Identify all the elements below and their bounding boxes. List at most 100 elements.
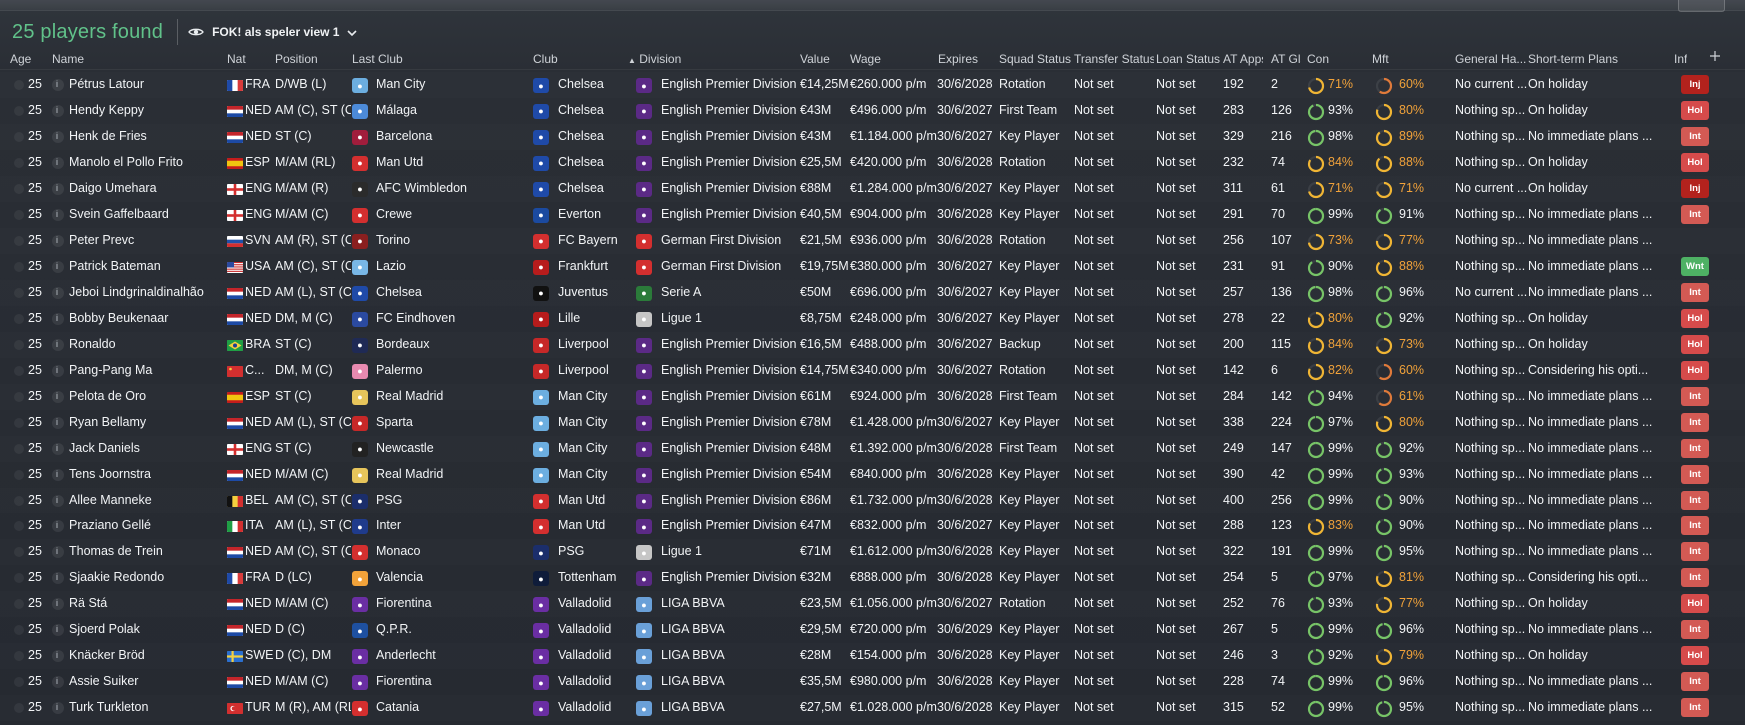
info-status-badge[interactable]: Int bbox=[1681, 542, 1709, 562]
last-club-link[interactable]: Inter bbox=[376, 518, 526, 532]
player-name-link[interactable]: Praziano Gellé bbox=[69, 518, 225, 532]
info-icon[interactable] bbox=[52, 130, 64, 143]
player-name-link[interactable]: Pelota de Oro bbox=[69, 389, 225, 403]
info-icon[interactable] bbox=[52, 260, 64, 273]
info-icon[interactable] bbox=[52, 442, 64, 455]
info-icon[interactable] bbox=[52, 104, 64, 117]
row-select-icon[interactable] bbox=[14, 157, 24, 168]
player-name-link[interactable]: Bobby Beukenaar bbox=[69, 311, 225, 325]
column-header-name[interactable]: Name bbox=[52, 52, 208, 66]
club-link[interactable]: Everton bbox=[558, 207, 628, 221]
division-link[interactable]: LIGA BBVA bbox=[661, 648, 799, 662]
view-selector[interactable]: FOK! als speler view 1 bbox=[188, 24, 358, 40]
player-name-link[interactable]: Peter Prevc bbox=[69, 233, 225, 247]
player-name-link[interactable]: Daigo Umehara bbox=[69, 181, 225, 195]
last-club-link[interactable]: Bordeaux bbox=[376, 337, 526, 351]
info-status-badge[interactable]: Inj bbox=[1681, 178, 1709, 198]
last-club-link[interactable]: Valencia bbox=[376, 570, 526, 584]
division-link[interactable]: English Premier Division bbox=[661, 570, 799, 584]
division-link[interactable]: English Premier Division bbox=[661, 103, 799, 117]
club-link[interactable]: Liverpool bbox=[558, 337, 628, 351]
column-header-short-term-plans[interactable]: Short-term Plans bbox=[1528, 52, 1678, 66]
column-header-nat[interactable]: Nat bbox=[227, 52, 257, 66]
info-icon[interactable] bbox=[52, 676, 64, 689]
last-club-link[interactable]: Catania bbox=[376, 700, 526, 714]
info-icon[interactable] bbox=[52, 312, 64, 325]
last-club-link[interactable]: Monaco bbox=[376, 544, 526, 558]
info-icon[interactable] bbox=[52, 390, 64, 403]
row-select-icon[interactable] bbox=[14, 625, 24, 636]
info-status-badge[interactable]: Int bbox=[1681, 672, 1709, 692]
table-row[interactable]: 25 Pelota de Oro ESP ST (C) ● Real Madrid ● Man… bbox=[0, 384, 1745, 410]
last-club-link[interactable]: FC Eindhoven bbox=[376, 311, 526, 325]
division-link[interactable]: Serie A bbox=[661, 285, 799, 299]
info-icon[interactable] bbox=[52, 650, 64, 663]
club-link[interactable]: Tottenham bbox=[558, 570, 628, 584]
column-header-transfer-status[interactable]: Transfer Status bbox=[1074, 52, 1154, 66]
table-row[interactable]: 25 Manolo el Pollo Frito ESP M/AM (RL) ● Man … bbox=[0, 150, 1745, 176]
info-status-badge[interactable]: Int bbox=[1681, 516, 1709, 536]
info-status-badge[interactable]: Int bbox=[1681, 204, 1709, 224]
column-header-last-club[interactable]: Last Club bbox=[352, 52, 502, 66]
info-status-badge[interactable]: Hol bbox=[1681, 334, 1709, 354]
table-row[interactable]: 25 Rä Stá NEDM/AM (C) ● Fiorentina ● Valladoli… bbox=[0, 591, 1745, 617]
last-club-link[interactable]: Palermo bbox=[376, 363, 526, 377]
last-club-link[interactable]: Anderlecht bbox=[376, 648, 526, 662]
table-row[interactable]: 25 Bobby Beukenaar NEDDM, M (C) ● FC Eindhov… bbox=[0, 306, 1745, 332]
division-link[interactable]: English Premier Division bbox=[661, 415, 799, 429]
info-status-badge[interactable]: Inj bbox=[1681, 75, 1709, 94]
info-icon[interactable] bbox=[52, 416, 64, 429]
info-icon[interactable] bbox=[52, 520, 64, 533]
division-link[interactable]: English Premier Division bbox=[661, 129, 799, 143]
table-row[interactable]: 25 Sjoerd Polak NEDD (C) ● Q.P.R. ● Valladolid… bbox=[0, 617, 1745, 643]
info-status-badge[interactable]: Int bbox=[1681, 126, 1709, 146]
column-header-wage[interactable]: Wage bbox=[850, 52, 940, 66]
row-select-icon[interactable] bbox=[14, 105, 24, 116]
row-select-icon[interactable] bbox=[14, 287, 24, 298]
info-icon[interactable] bbox=[52, 286, 64, 299]
division-link[interactable]: LIGA BBVA bbox=[661, 622, 799, 636]
info-icon[interactable] bbox=[52, 624, 64, 637]
table-row[interactable]: 25 Henk de Fries NEDST (C) ● Barcelona ● Chels… bbox=[0, 124, 1745, 150]
player-name-link[interactable]: Pétrus Latour bbox=[69, 77, 225, 91]
last-club-link[interactable]: Fiorentina bbox=[376, 596, 526, 610]
last-club-link[interactable]: AFC Wimbledon bbox=[376, 181, 526, 195]
division-link[interactable]: English Premier Division bbox=[661, 441, 799, 455]
row-select-icon[interactable] bbox=[14, 651, 24, 662]
club-link[interactable]: Chelsea bbox=[558, 129, 628, 143]
info-status-badge[interactable]: Hol bbox=[1681, 308, 1709, 328]
table-row[interactable]: 25Turk TurkletonTURM (R), AM (RL)●Catani… bbox=[0, 695, 1745, 721]
info-status-badge[interactable]: Int bbox=[1681, 386, 1709, 406]
table-row[interactable]: 25 Daigo Umehara ENGM/AM (R) ● AFC Wimbledon… bbox=[0, 176, 1745, 202]
info-icon[interactable] bbox=[52, 468, 64, 481]
club-link[interactable]: Chelsea bbox=[558, 77, 628, 91]
row-select-icon[interactable] bbox=[14, 417, 24, 428]
info-status-badge[interactable]: Int bbox=[1681, 282, 1709, 302]
table-row[interactable]: 25 Jeboi Lindgrinaldinalhão NEDAM (L), ST … bbox=[0, 280, 1745, 306]
column-header-con[interactable]: Con bbox=[1307, 52, 1329, 66]
column-header-age[interactable]: Age bbox=[10, 52, 32, 66]
row-select-icon[interactable] bbox=[14, 677, 24, 688]
player-name-link[interactable]: Patrick Bateman bbox=[69, 259, 225, 273]
info-status-badge[interactable]: Hol bbox=[1681, 594, 1709, 614]
table-row[interactable]: 25Hendy KeppyNEDAM (C), ST (C)●Málaga●Ch… bbox=[0, 98, 1745, 124]
last-club-link[interactable]: Real Madrid bbox=[376, 467, 526, 481]
player-name-link[interactable]: Sjaakie Redondo bbox=[69, 570, 225, 584]
row-select-icon[interactable] bbox=[14, 235, 24, 246]
row-select-icon[interactable] bbox=[14, 261, 24, 272]
info-icon[interactable] bbox=[52, 79, 64, 91]
division-link[interactable]: English Premier Division bbox=[661, 155, 799, 169]
club-link[interactable]: FC Bayern bbox=[558, 233, 628, 247]
info-status-badge[interactable]: Wnt bbox=[1681, 256, 1709, 276]
table-row[interactable]: 25 Ronaldo BRA ST (C) ● Bordeaux ● Liverpool ● En… bbox=[0, 332, 1745, 358]
row-select-icon[interactable] bbox=[14, 469, 24, 480]
info-icon[interactable] bbox=[52, 702, 64, 715]
info-status-badge[interactable]: Int bbox=[1681, 568, 1709, 588]
player-name-link[interactable]: Svein Gaffelbaard bbox=[69, 207, 225, 221]
row-select-icon[interactable] bbox=[14, 131, 24, 142]
column-header-club[interactable]: Club bbox=[533, 52, 603, 66]
division-link[interactable]: English Premier Division bbox=[661, 389, 799, 403]
info-status-badge[interactable]: Hol bbox=[1681, 360, 1709, 380]
table-row[interactable]: 25 Svein Gaffelbaard ENGM/AM (C) ● Crewe ● Eve… bbox=[0, 202, 1745, 228]
table-row[interactable]: 25 Jack Daniels ENGST (C) ● Newcastle ● Man Ci… bbox=[0, 436, 1745, 462]
